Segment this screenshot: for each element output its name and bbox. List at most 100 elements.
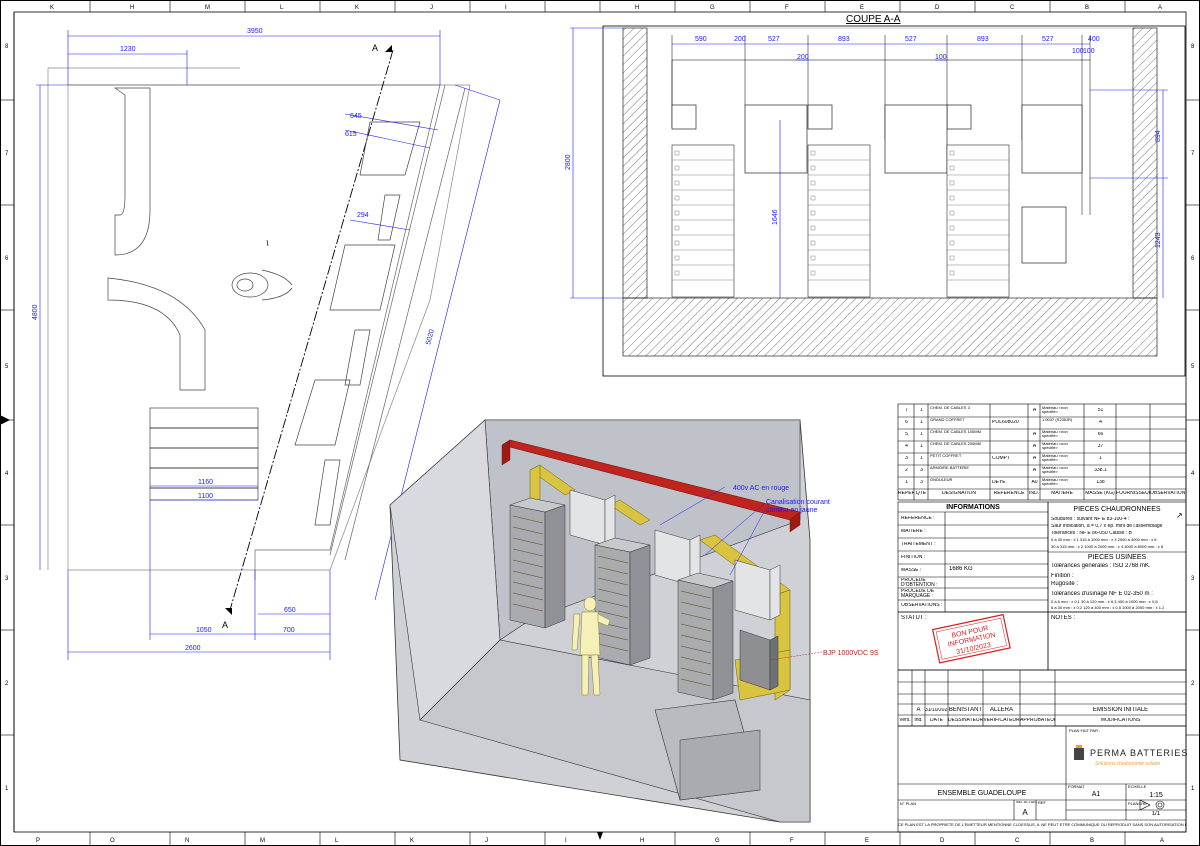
parts-cell-rep: 7: [905, 408, 908, 413]
rev-h-modif: MODIFICATIONS: [1100, 718, 1141, 723]
th-repere: REPERE: [898, 491, 914, 496]
row-number: 7: [5, 151, 9, 157]
parts-cell-des: ARMOIRE BATTERIE: [930, 466, 970, 470]
parts-cell-des: CHEM. DE CABLES 3: [930, 406, 970, 410]
num-plan-label: N° PLAN: [900, 802, 917, 806]
center-mark-left: [0, 415, 10, 425]
logo-tagline: Solutions d'autonomie solaire: [1095, 761, 1160, 767]
parts-cell-qte: 3: [920, 480, 923, 485]
th-reference: REFERENCE: [993, 491, 1025, 496]
parts-cell-ind: A0: [1031, 480, 1038, 485]
dim-label: 893: [977, 36, 989, 43]
parts-cell-qte: 3: [920, 468, 923, 473]
parts-cell-qte: 1: [920, 420, 923, 425]
rev-h-ind: Ind.: [914, 718, 923, 723]
parts-cell-mat: 1.0037 (S235JR): [1042, 418, 1073, 422]
row-number: 1: [5, 786, 9, 792]
rev-h-verif: VERIFICATEUR: [983, 718, 1020, 723]
info-label: PROCEDE D'OBTENTION :: [901, 578, 938, 588]
statut-label: STATUT :: [901, 615, 927, 621]
row-number: 2: [5, 681, 9, 687]
parts-cell-rep: 1: [905, 480, 908, 485]
section-view: [602, 25, 1186, 377]
parts-cell-qte: 1: [920, 444, 923, 449]
parts-cell-masse: 138: [1096, 480, 1105, 485]
col-letter: P: [36, 838, 40, 844]
parts-cell-ref: DEYE: [992, 480, 1006, 485]
dim-label: 615: [345, 131, 357, 138]
info-label: OBSERVATIONS :: [901, 603, 943, 608]
col-letter: B: [1085, 5, 1089, 11]
dim-label: 1160: [198, 479, 213, 486]
drawing-title: ENSEMBLE GUADELOUPE: [937, 790, 1027, 797]
parts-cell-masse: 338.1: [1094, 468, 1107, 473]
chaudronnees-title: PIECES CHAUDRONNEES: [1073, 506, 1161, 513]
col-letter: O: [110, 838, 115, 844]
col-letter: A: [1160, 838, 1164, 844]
usinees-line: Tolérances générales : ISO 2768 mK.: [1051, 563, 1151, 569]
logo-wordmark: PERMA BATTERIES: [1090, 748, 1188, 758]
parts-cell-masse: 66: [1097, 432, 1104, 437]
parts-cell-masse: 51: [1097, 408, 1104, 413]
th-ind: IND.: [1029, 491, 1039, 496]
weld-icon: ↗: [1176, 512, 1183, 520]
col-letter: C: [1015, 838, 1020, 844]
dim-label: 700: [283, 627, 295, 634]
col-letter: J: [430, 5, 433, 11]
parts-cell-ind: A: [1032, 444, 1037, 449]
col-letter: G: [710, 5, 715, 11]
parts-cell-mat: Matériau <non spécifié>: [1042, 406, 1068, 415]
parts-cell-rep: 4: [905, 444, 908, 449]
dim-label: 894: [1155, 130, 1162, 142]
section-title: COUPE A-A: [846, 14, 901, 25]
parts-cell-mat: Matériau <non spécifié>: [1042, 478, 1068, 487]
dim-label: 527: [905, 36, 917, 43]
parts-cell-qte: 1: [920, 456, 923, 461]
dim-label: 893: [838, 36, 850, 43]
col-letter: K: [355, 5, 359, 11]
parts-cell-des: PETIT COFFRET: [930, 454, 962, 458]
parts-cell-rep: 5: [905, 432, 908, 437]
dim-label: 645: [350, 113, 362, 120]
info-label: FINITION :: [901, 555, 926, 560]
row-number: 6: [5, 256, 9, 262]
parts-cell-mat: Matériau <non spécifié>: [1042, 466, 1068, 475]
ac-label: 400v AC en rouge: [733, 485, 789, 492]
info-label: REFERENCE :: [901, 516, 935, 521]
rev-h-date: DATE: [930, 718, 943, 723]
rev-h-dess: DESSINATEUR: [948, 718, 983, 723]
bjp-label: BJP 1000VDC 9S: [823, 650, 879, 657]
masse-value: 1686 KG: [949, 566, 973, 572]
dim-label: 4800: [32, 304, 39, 320]
col-letter: G: [715, 838, 720, 844]
col-letter: E: [860, 5, 864, 11]
parts-cell-des: CHEM. DE CABLES 200MM: [930, 442, 981, 446]
col-letter: F: [785, 5, 789, 11]
section-marker-bottom: A: [222, 620, 228, 630]
row-number: 4: [5, 471, 9, 477]
dim-label: 400: [1088, 36, 1100, 43]
col-letter: L: [335, 838, 339, 844]
rev-h-ver: Vers.: [899, 718, 911, 723]
info-label: PROCEDE DE MARQUAGE :: [901, 589, 935, 599]
col-letter: F: [790, 838, 794, 844]
property-footer: CE PLAN EST LA PROPRIETE DE L'EMETTEUR M…: [898, 823, 1186, 827]
col-letter: M: [260, 838, 265, 844]
dim-label: 527: [1042, 36, 1054, 43]
usinees-line: Tolérances d'usinage NF E 02-350 m :: [1051, 591, 1153, 597]
col-letter: I: [505, 5, 507, 11]
parts-cell-masse: 1: [1099, 456, 1102, 461]
dim-label: 200: [797, 54, 809, 61]
chaud-line: 30 à 315 mm : ± 2 1000 à 2000 mm : ± 4 4…: [1051, 545, 1164, 549]
col-letter: K: [410, 838, 414, 844]
echelle-label: ECHELLE: [1128, 785, 1147, 789]
usinees-line: Rugosité :: [1051, 581, 1079, 587]
row-number: 8: [5, 44, 9, 50]
ind-value: A: [1022, 809, 1028, 817]
rev-h-approb: APPROBATEUR: [1020, 718, 1055, 723]
parts-cell-des: ONDULEUR: [930, 478, 953, 482]
iso-view: [389, 419, 823, 823]
dim-label: 5020: [425, 329, 436, 346]
th-observations: OBSERVATIONS: [1150, 491, 1186, 496]
rev-ver: A: [916, 707, 921, 713]
